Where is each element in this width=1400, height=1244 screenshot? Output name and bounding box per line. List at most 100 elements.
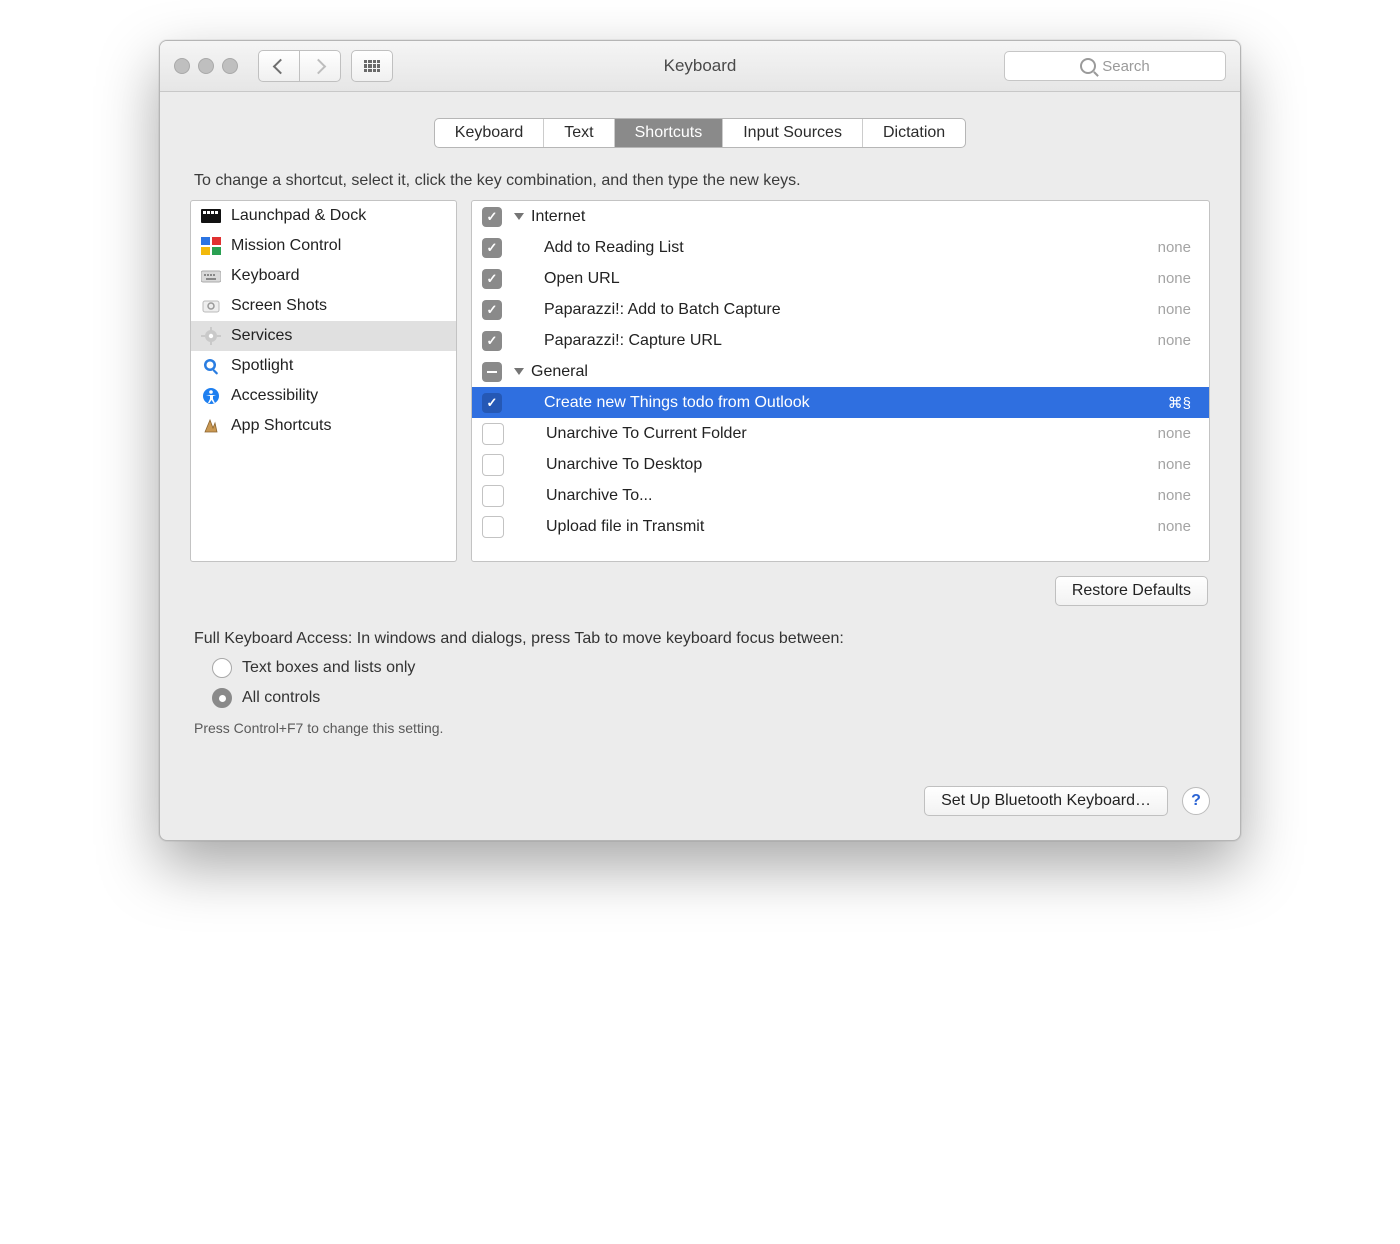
category-label: App Shortcuts [231,417,332,435]
category-mission-control[interactable]: Mission Control [191,231,456,261]
shortcut-value[interactable]: none [1158,425,1191,442]
category-list[interactable]: Launchpad & Dock Mission Control Keyboar… [190,200,457,562]
checkbox[interactable] [482,269,502,289]
screenshot-icon [201,297,221,315]
category-label: Accessibility [231,387,318,405]
category-spotlight[interactable]: Spotlight [191,351,456,381]
radio-button[interactable] [212,688,232,708]
shortcut-list[interactable]: Internet Add to Reading List none Open U… [471,200,1210,562]
service-row[interactable]: Upload file in Transmit none [472,511,1209,542]
help-button[interactable]: ? [1182,787,1210,815]
category-label: Mission Control [231,237,341,255]
radio-button[interactable] [212,658,232,678]
checkbox[interactable] [482,207,502,227]
close-icon[interactable] [174,58,190,74]
forward-button[interactable] [300,50,341,82]
group-header-internet[interactable]: Internet [472,201,1209,232]
tab-text[interactable]: Text [544,119,614,147]
service-row[interactable]: Unarchive To Desktop none [472,449,1209,480]
service-label: Upload file in Transmit [504,518,1158,536]
service-row[interactable]: Open URL none [472,263,1209,294]
show-all-button[interactable] [351,50,393,82]
search-field[interactable]: Search [1004,51,1226,81]
shortcut-value[interactable]: ⌘§ [1168,394,1191,412]
nav-buttons [258,50,341,82]
service-label: Paparazzi!: Capture URL [502,332,1158,350]
checkbox[interactable] [482,423,504,445]
checkbox[interactable] [482,454,504,476]
accessibility-icon [201,387,221,405]
checkbox[interactable] [482,300,502,320]
disclosure-triangle-icon[interactable] [514,368,524,375]
spotlight-icon [201,357,221,375]
shortcut-value[interactable]: none [1158,301,1191,318]
service-label: Add to Reading List [502,239,1158,257]
service-label: Unarchive To Desktop [504,456,1158,474]
service-label: Paparazzi!: Add to Batch Capture [502,301,1158,319]
back-button[interactable] [258,50,300,82]
restore-defaults-button[interactable]: Restore Defaults [1055,576,1208,606]
mission-control-icon [201,237,221,255]
tab-input-sources[interactable]: Input Sources [723,119,863,147]
app-shortcuts-icon [201,417,221,435]
category-screen-shots[interactable]: Screen Shots [191,291,456,321]
checkbox[interactable] [482,516,504,538]
service-row[interactable]: Unarchive To Current Folder none [472,418,1209,449]
shortcut-value[interactable]: none [1158,270,1191,287]
service-label: Open URL [502,270,1158,288]
service-label: Unarchive To... [504,487,1158,505]
service-label: Unarchive To Current Folder [504,425,1158,443]
category-launchpad[interactable]: Launchpad & Dock [191,201,456,231]
radio-label: Text boxes and lists only [242,659,415,677]
radio-label: All controls [242,689,320,707]
category-keyboard[interactable]: Keyboard [191,261,456,291]
group-label: General [531,363,1209,381]
radio-text-boxes[interactable]: Text boxes and lists only [212,658,1210,678]
checkbox[interactable] [482,362,502,382]
preferences-window: Keyboard Search Keyboard Text Shortcuts … [159,40,1241,841]
checkbox[interactable] [482,393,502,413]
full-keyboard-access-label: Full Keyboard Access: In windows and dia… [194,630,1206,648]
category-services[interactable]: Services [191,321,456,351]
service-row[interactable]: Create new Things todo from Outlook ⌘§ [472,387,1209,418]
checkbox[interactable] [482,238,502,258]
shortcut-value[interactable]: none [1158,487,1191,504]
instruction-text: To change a shortcut, select it, click t… [194,172,1206,190]
service-label: Create new Things todo from Outlook [502,394,1168,412]
category-label: Launchpad & Dock [231,207,366,225]
checkbox[interactable] [482,331,502,351]
category-app-shortcuts[interactable]: App Shortcuts [191,411,456,441]
grid-icon [364,60,380,72]
traffic-lights [174,58,238,74]
disclosure-triangle-icon[interactable] [514,213,524,220]
category-accessibility[interactable]: Accessibility [191,381,456,411]
setup-bluetooth-button[interactable]: Set Up Bluetooth Keyboard… [924,786,1168,816]
service-row[interactable]: Add to Reading List none [472,232,1209,263]
search-placeholder: Search [1102,58,1150,75]
launchpad-icon [201,207,221,225]
checkbox[interactable] [482,485,504,507]
shortcut-value[interactable]: none [1158,332,1191,349]
group-label: Internet [531,208,1209,226]
category-label: Keyboard [231,267,300,285]
tab-shortcuts[interactable]: Shortcuts [615,119,724,147]
shortcut-value[interactable]: none [1158,456,1191,473]
zoom-icon[interactable] [222,58,238,74]
shortcut-value[interactable]: none [1158,239,1191,256]
panes: Launchpad & Dock Mission Control Keyboar… [190,200,1210,562]
tab-dictation[interactable]: Dictation [863,119,965,147]
tab-bar: Keyboard Text Shortcuts Input Sources Di… [434,118,966,148]
keyboard-access-hint: Press Control+F7 to change this setting. [194,720,1206,736]
service-row[interactable]: Unarchive To... none [472,480,1209,511]
tab-keyboard[interactable]: Keyboard [435,119,545,147]
service-row[interactable]: Paparazzi!: Add to Batch Capture none [472,294,1209,325]
group-header-general[interactable]: General [472,356,1209,387]
shortcut-value[interactable]: none [1158,518,1191,535]
service-row[interactable]: Paparazzi!: Capture URL none [472,325,1209,356]
content: Keyboard Text Shortcuts Input Sources Di… [160,92,1240,840]
search-icon [1080,58,1096,74]
minimize-icon[interactable] [198,58,214,74]
category-label: Services [231,327,292,345]
category-label: Spotlight [231,357,293,375]
radio-all-controls[interactable]: All controls [212,688,1210,708]
